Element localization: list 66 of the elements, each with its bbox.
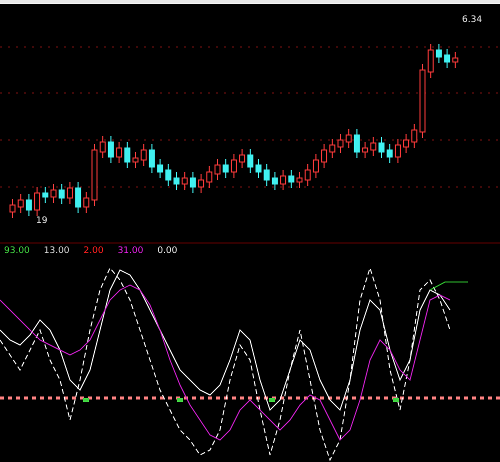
candlestick: [370, 136, 376, 156]
candlestick: [92, 144, 98, 206]
candlestick: [26, 194, 32, 216]
candlestick: [436, 44, 442, 64]
candlestick: [403, 134, 410, 154]
candlestick: [124, 142, 130, 168]
candlestick: [288, 170, 294, 188]
candlestick: [428, 44, 434, 78]
candlestick: [100, 136, 106, 158]
candlestick: [214, 158, 220, 180]
legend-value: 93.00: [4, 246, 30, 256]
candlestick: [386, 144, 393, 164]
candlestick: [230, 154, 237, 178]
signal-marker: [269, 398, 275, 402]
candlestick: [304, 164, 311, 186]
candlestick: [165, 164, 172, 186]
high-price-label: 6.34: [462, 15, 482, 25]
candlestick: [394, 138, 401, 164]
candlestick: [174, 172, 180, 190]
candlestick: [58, 184, 65, 204]
candlestick: [42, 186, 48, 204]
candlestick: [378, 136, 384, 158]
candlestick: [66, 182, 73, 204]
candlestick: [116, 142, 122, 164]
candlestick: [222, 158, 229, 178]
candlestick: [132, 152, 138, 168]
legend-value: 31.00: [118, 246, 144, 256]
candlestick: [264, 164, 270, 186]
candlestick: [296, 172, 302, 188]
candlestick: [140, 144, 147, 166]
low-price-label: 19: [36, 216, 48, 226]
candlestick: [411, 124, 418, 148]
candlestick: [329, 138, 336, 158]
candlestick: [239, 148, 246, 168]
candlestick: [452, 52, 458, 68]
candlestick: [83, 192, 90, 214]
candlestick: [148, 144, 155, 174]
signal-line: [430, 282, 468, 290]
candlestick: [50, 184, 56, 204]
candlestick: [190, 172, 196, 194]
candlestick: [206, 166, 212, 188]
candlestick: [198, 174, 204, 194]
candlestick: [444, 48, 450, 68]
candlestick: [182, 172, 188, 190]
candlestick: [321, 144, 328, 168]
candlestick: [18, 194, 24, 214]
candlestick: [108, 136, 114, 164]
legend-value: 0.00: [157, 246, 178, 256]
candlestick: [272, 172, 278, 190]
candlestick: [75, 182, 82, 214]
candlestick: [354, 128, 360, 158]
legend-value: 13.00: [44, 246, 70, 256]
signal-marker: [177, 398, 183, 402]
candlestick: [338, 134, 344, 154]
candlestick: [346, 128, 352, 148]
legend-value: 2.00: [84, 246, 104, 256]
candlestick: [10, 198, 16, 218]
candlestick: [312, 154, 319, 178]
candlestick: [362, 142, 368, 158]
candlestick: [256, 158, 262, 178]
candlestick: [247, 148, 254, 174]
signal-marker: [83, 398, 89, 402]
candlestick: [34, 186, 40, 216]
candlestick: [280, 170, 286, 190]
candlestick: [157, 158, 164, 178]
signal-marker: [393, 398, 399, 402]
